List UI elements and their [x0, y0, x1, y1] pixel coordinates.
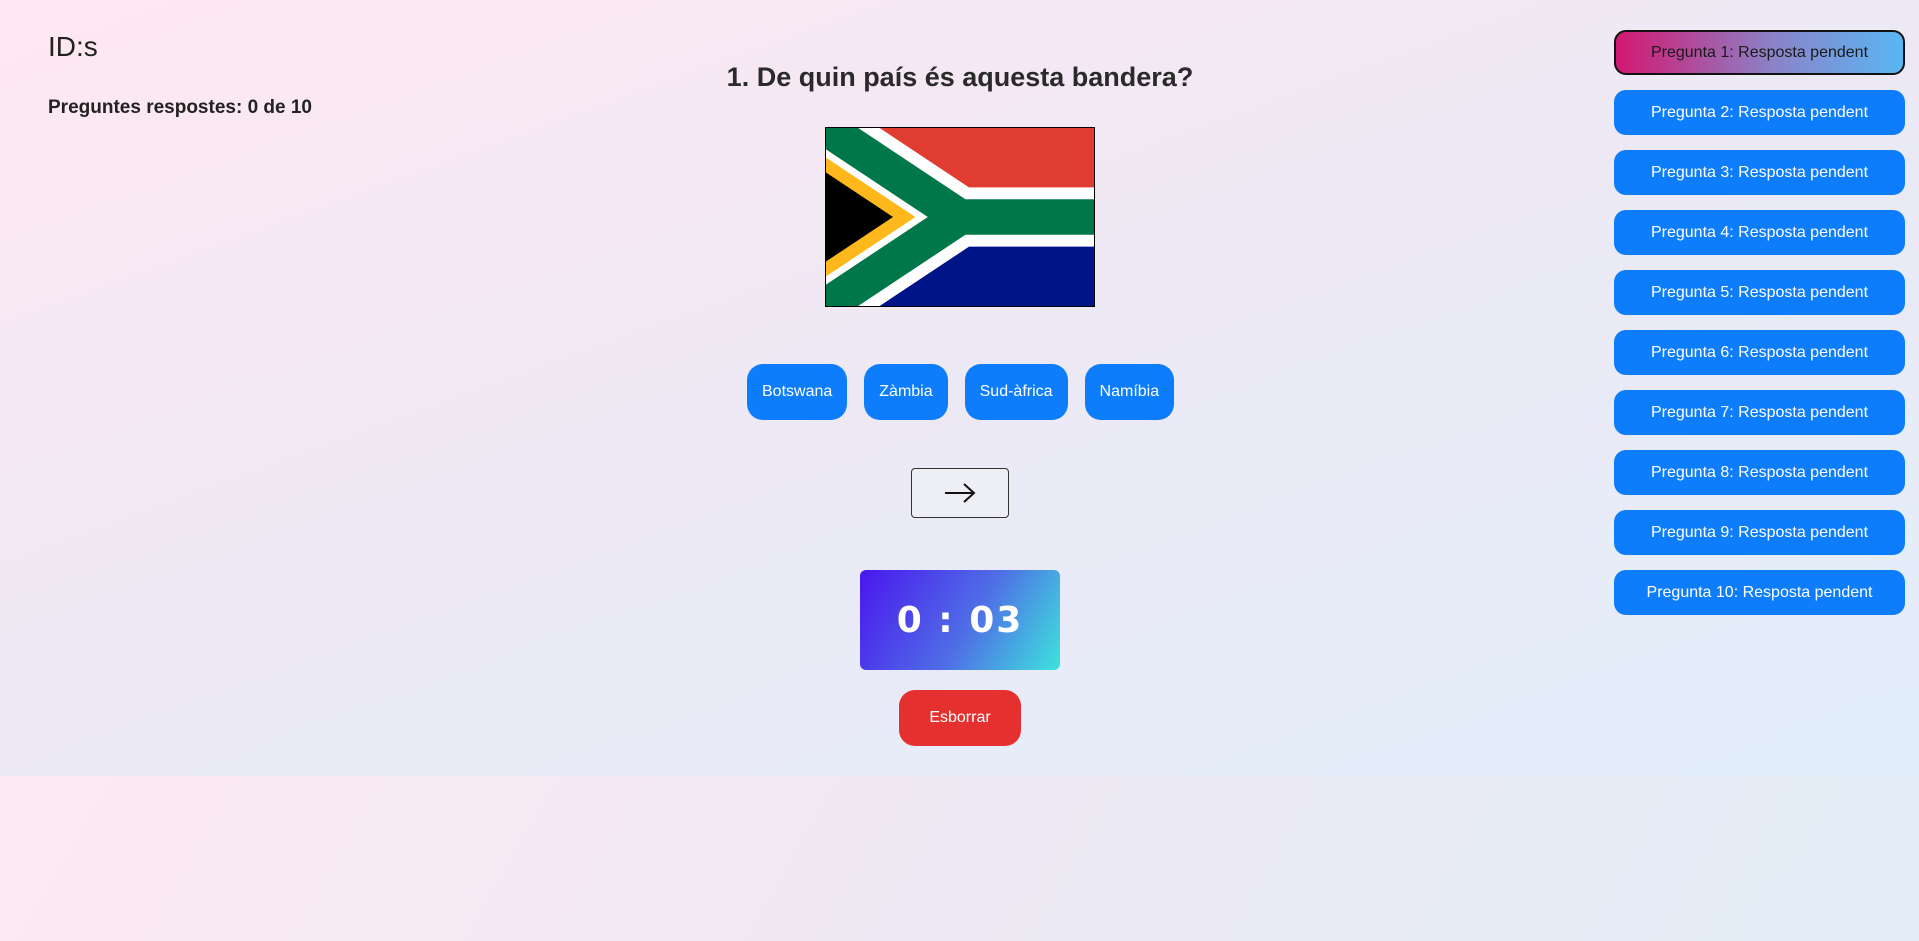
- south-africa-flag-image: [825, 127, 1095, 307]
- sidebar-item-question-3[interactable]: Pregunta 3: Resposta pendent: [1614, 150, 1905, 195]
- sidebar-item-question-4[interactable]: Pregunta 4: Resposta pendent: [1614, 210, 1905, 255]
- sidebar-item-question-10[interactable]: Pregunta 10: Resposta pendent: [1614, 570, 1905, 615]
- sidebar-item-question-9[interactable]: Pregunta 9: Resposta pendent: [1614, 510, 1905, 555]
- sidebar-item-question-6[interactable]: Pregunta 6: Resposta pendent: [1614, 330, 1905, 375]
- arrow-right-icon: [945, 483, 976, 503]
- answer-button-botswana[interactable]: Botswana: [747, 364, 848, 420]
- question-navigation-sidebar: Pregunta 1: Resposta pendent Pregunta 2:…: [1614, 30, 1905, 630]
- countdown-timer: 0 : 03: [860, 570, 1060, 670]
- answer-button-south-africa[interactable]: Sud-àfrica: [964, 364, 1068, 420]
- sidebar-item-question-1[interactable]: Pregunta 1: Resposta pendent: [1614, 30, 1905, 75]
- sidebar-item-question-5[interactable]: Pregunta 5: Resposta pendent: [1614, 270, 1905, 315]
- sidebar-item-question-2[interactable]: Pregunta 2: Resposta pendent: [1614, 90, 1905, 135]
- sidebar-item-question-7[interactable]: Pregunta 7: Resposta pendent: [1614, 390, 1905, 435]
- id-label: ID:s: [48, 31, 98, 62]
- answer-options: Botswana Zàmbia Sud-àfrica Namíbia: [747, 364, 1175, 420]
- answered-progress: Preguntes respostes: 0 de 10: [48, 97, 312, 118]
- question-title: 1. De quin país és aquesta bandera?: [726, 62, 1194, 92]
- sidebar-item-question-8[interactable]: Pregunta 8: Resposta pendent: [1614, 450, 1905, 495]
- flag-svg: [826, 128, 1094, 306]
- page-background-footer: [0, 776, 1919, 941]
- next-question-button[interactable]: [911, 468, 1009, 518]
- clear-button[interactable]: Esborrar: [899, 690, 1021, 746]
- answer-button-namibia[interactable]: Namíbia: [1084, 364, 1175, 420]
- answer-button-zambia[interactable]: Zàmbia: [864, 364, 948, 420]
